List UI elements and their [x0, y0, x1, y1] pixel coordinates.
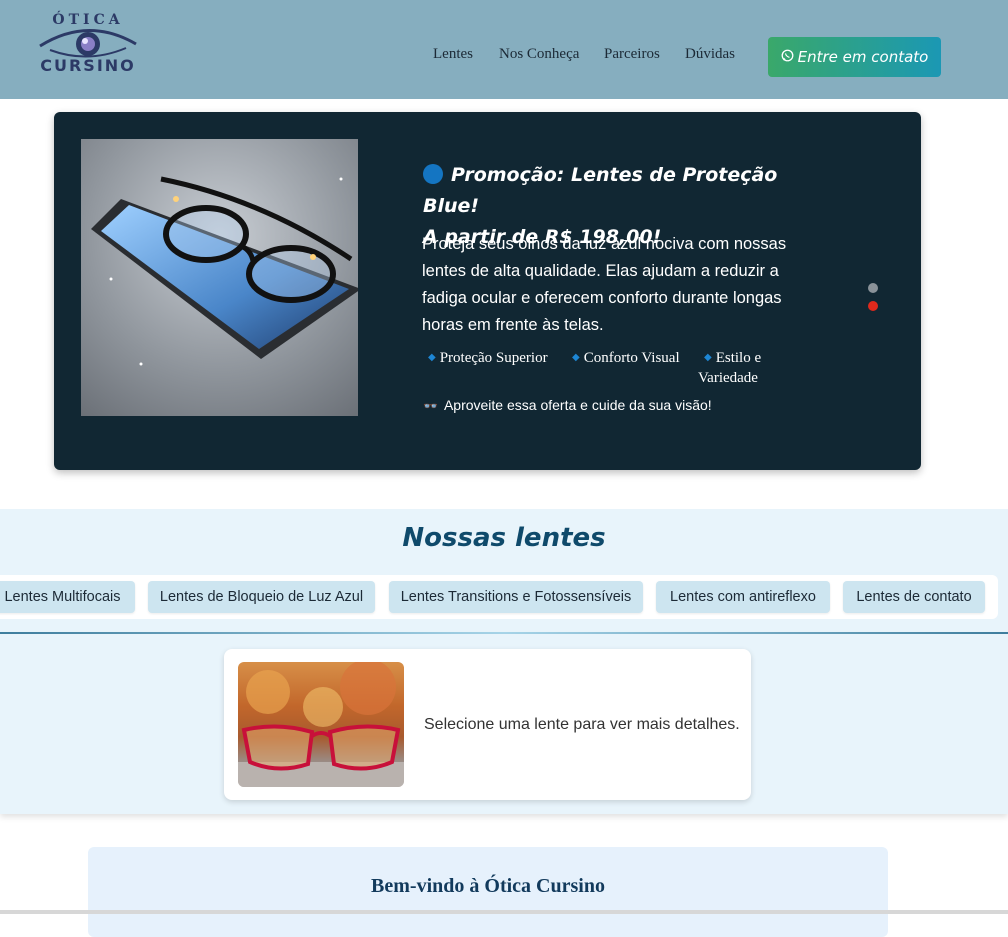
contact-button-label: Entre em contato	[797, 48, 929, 66]
promo-carousel: Promoção: Lentes de Proteção Blue! A par…	[54, 112, 921, 470]
lens-detail-card: Selecione uma lente para ver mais detalh…	[224, 649, 751, 800]
whatsapp-icon	[781, 49, 794, 66]
contact-button[interactable]: Entre em contato	[768, 37, 941, 77]
site-header: ÓTICA CURSINO Lentes Nos Conheça Parceir…	[0, 0, 1008, 99]
lenses-section: Nossas lentes Lentes Multifocais Lentes …	[0, 509, 1008, 634]
nav-lentes[interactable]: Lentes	[433, 46, 473, 63]
lens-detail-section: Selecione uma lente para ver mais detalh…	[0, 634, 1008, 814]
otica-cursino-logo[interactable]: ÓTICA CURSINO	[36, 12, 140, 76]
feature-protecao: ◆ Proteção Superior	[422, 348, 552, 368]
tab-multifocais[interactable]: Lentes Multifocais	[0, 581, 135, 613]
promo-title-line1: Promoção: Lentes de Proteção Blue!	[423, 164, 778, 217]
glasses-autumn-image	[238, 662, 404, 787]
carousel-dot-1[interactable]	[868, 283, 878, 293]
feature-label: Conforto Visual	[583, 350, 680, 366]
welcome-panel: Bem-vindo à Ótica Cursino	[88, 847, 888, 937]
welcome-title: Bem-vindo à Ótica Cursino	[371, 875, 605, 897]
tab-contato[interactable]: Lentes de contato	[843, 581, 985, 613]
promo-note: 👓 Aproveite essa oferta e cuide da sua vi…	[423, 397, 712, 413]
promo-note-text: Aproveite essa oferta e cuide da sua vis…	[443, 397, 712, 413]
blue-circle-icon	[423, 164, 443, 184]
logo-bottom-text: CURSINO	[40, 56, 136, 75]
glasses-on-phone-image	[81, 139, 358, 416]
red-glasses-illustration	[238, 662, 404, 787]
tab-antireflexo[interactable]: Lentes com antireflexo	[656, 581, 830, 613]
feature-conforto: ◆ Conforto Visual	[566, 348, 696, 368]
glasses-icon: 👓	[423, 399, 438, 413]
tab-transitions[interactable]: Lentes Transitions e Fotossensíveis	[389, 581, 643, 613]
tab-luz-azul[interactable]: Lentes de Bloqueio de Luz Azul	[148, 581, 375, 613]
glasses-illustration	[91, 176, 358, 366]
diamond-icon: ◆	[572, 352, 580, 363]
feature-label: Proteção Superior	[439, 350, 548, 366]
promo-description: Proteja seus olhos da luz azul nociva co…	[422, 235, 787, 334]
feature-estilo: ◆ Estilo e Variedade	[698, 348, 808, 388]
lens-detail-text: Selecione uma lente para ver mais detalh…	[424, 716, 740, 733]
lens-tabs: Lentes Multifocais Lentes de Bloqueio de…	[0, 575, 998, 619]
nav-parceiros[interactable]: Parceiros	[604, 46, 660, 63]
nav-duvidas[interactable]: Dúvidas	[685, 46, 735, 63]
carousel-dot-2-active[interactable]	[868, 301, 878, 311]
nav-nos-conheca[interactable]: Nos Conheça	[499, 46, 579, 63]
section-title: Nossas lentes	[402, 523, 606, 553]
diamond-icon: ◆	[704, 352, 712, 363]
diamond-icon: ◆	[428, 352, 436, 363]
page-bottom-border	[0, 910, 1008, 914]
